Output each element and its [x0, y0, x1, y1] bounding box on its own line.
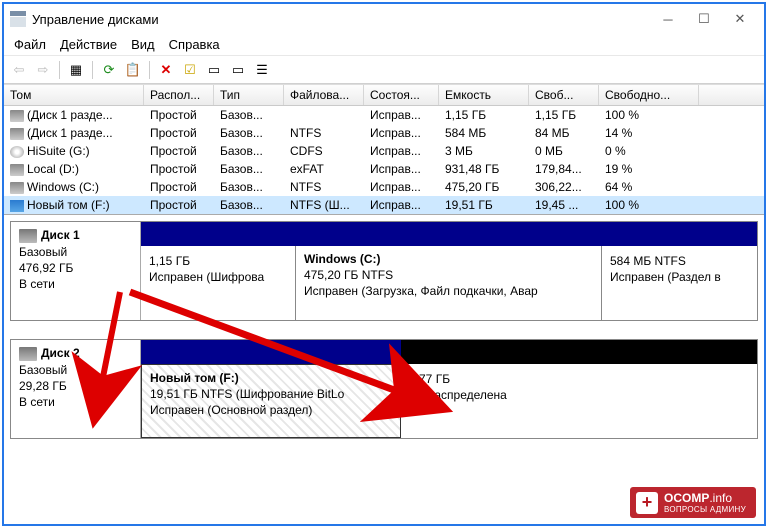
- disk2-info: Диск 2 Базовый 29,28 ГБ В сети: [11, 340, 141, 438]
- volume-list: Том Распол... Тип Файлова... Состоя... Е…: [4, 84, 764, 215]
- watermark: + OCOMP.info ВОПРОСЫ АДМИНУ: [630, 487, 756, 518]
- disk-management-window: Управление дисками ─ ☐ ✕ Файл Действие В…: [2, 2, 766, 526]
- menu-file[interactable]: Файл: [14, 37, 46, 52]
- volume-row[interactable]: Local (D:)ПростойБазов...exFATИсправ...9…: [4, 160, 764, 178]
- app-icon: [10, 11, 26, 27]
- disk1-header-bar: [141, 222, 757, 246]
- disk2-part-2[interactable]: 9,77 ГБ Не распределена: [401, 364, 757, 438]
- column-fs[interactable]: Файлова...: [284, 85, 364, 105]
- part-size: 19,51 ГБ NTFS (Шифрование BitLo: [150, 387, 392, 401]
- disk1-info: Диск 1 Базовый 476,92 ГБ В сети: [11, 222, 141, 320]
- disk2-type: Базовый: [19, 363, 132, 377]
- volume-row[interactable]: Новый том (F:)ПростойБазов...NTFS (Ш...И…: [4, 196, 764, 214]
- column-volume[interactable]: Том: [4, 85, 144, 105]
- column-capacity[interactable]: Емкость: [439, 85, 529, 105]
- part-status: Не распределена: [409, 388, 749, 402]
- volume-icon: [10, 110, 24, 122]
- disk2-size: 29,28 ГБ: [19, 379, 132, 393]
- maximize-button[interactable]: ☐: [686, 4, 722, 34]
- disk2-status: В сети: [19, 395, 132, 409]
- disk2-header-black: [401, 340, 757, 364]
- toolbar: ⇦ ⇨ ▦ ⟳ 📋 ✕ ☑ ▭ ▭ ☰: [4, 56, 764, 84]
- volume-icon: [10, 164, 24, 176]
- volume-row[interactable]: HiSuite (G:)ПростойБазов...CDFSИсправ...…: [4, 142, 764, 160]
- watermark-tld: .info: [709, 491, 732, 505]
- part-size: 584 МБ NTFS: [610, 254, 749, 268]
- list-button[interactable]: ☰: [251, 59, 273, 81]
- column-free[interactable]: Своб...: [529, 85, 599, 105]
- delete-button[interactable]: ✕: [155, 59, 177, 81]
- disk2-header-bar: [141, 340, 757, 364]
- column-layout[interactable]: Распол...: [144, 85, 214, 105]
- menu-view[interactable]: Вид: [131, 37, 155, 52]
- disk-pane: Диск 1 Базовый 476,92 ГБ В сети 1,15 ГБ …: [4, 215, 764, 524]
- watermark-sub: ВОПРОСЫ АДМИНУ: [664, 505, 746, 514]
- settings-button[interactable]: ☑: [179, 59, 201, 81]
- minimize-button[interactable]: ─: [650, 4, 686, 34]
- column-type[interactable]: Тип: [214, 85, 284, 105]
- disk2-parts: Новый том (F:) 19,51 ГБ NTFS (Шифрование…: [141, 340, 757, 438]
- disk-row-2[interactable]: Диск 2 Базовый 29,28 ГБ В сети Новый том…: [10, 339, 758, 439]
- separator: [59, 61, 60, 79]
- volume-icon: [10, 146, 24, 158]
- separator: [92, 61, 93, 79]
- disk1-part-2[interactable]: Windows (C:) 475,20 ГБ NTFS Исправен (За…: [296, 246, 602, 320]
- back-button[interactable]: ⇦: [8, 59, 30, 81]
- volume-row[interactable]: (Диск 1 разде...ПростойБазов...NTFSИспра…: [4, 124, 764, 142]
- disk1-status: В сети: [19, 277, 132, 291]
- disk1-part-3[interactable]: 584 МБ NTFS Исправен (Раздел в: [602, 246, 757, 320]
- menu-action[interactable]: Действие: [60, 37, 117, 52]
- column-freepct[interactable]: Свободно...: [599, 85, 699, 105]
- volume-list-header: Том Распол... Тип Файлова... Состоя... Е…: [4, 84, 764, 106]
- part-name: Новый том (F:): [150, 371, 392, 385]
- extra2-button[interactable]: ▭: [227, 59, 249, 81]
- volume-icon: [10, 182, 24, 194]
- part-name: Windows (C:): [304, 252, 593, 266]
- disk-row-1[interactable]: Диск 1 Базовый 476,92 ГБ В сети 1,15 ГБ …: [10, 221, 758, 321]
- column-status[interactable]: Состоя...: [364, 85, 439, 105]
- watermark-brand: OCOMP: [664, 491, 709, 505]
- part-status: Исправен (Шифрова: [149, 270, 287, 284]
- disk2-header-blue: [141, 340, 401, 364]
- menubar: Файл Действие Вид Справка: [4, 34, 764, 56]
- menu-help[interactable]: Справка: [169, 37, 220, 52]
- separator: [149, 61, 150, 79]
- part-size: 1,15 ГБ: [149, 254, 287, 268]
- volume-rows: (Диск 1 разде...ПростойБазов...Исправ...…: [4, 106, 764, 214]
- part-size: 9,77 ГБ: [409, 372, 749, 386]
- volume-icon: [10, 128, 24, 140]
- title-text: Управление дисками: [32, 12, 159, 27]
- disk1-type: Базовый: [19, 245, 132, 259]
- disk1-size: 476,92 ГБ: [19, 261, 132, 275]
- plus-icon: +: [636, 492, 658, 514]
- titlebar: Управление дисками ─ ☐ ✕: [4, 4, 764, 34]
- show-hide-button[interactable]: ▦: [65, 59, 87, 81]
- part-size: 475,20 ГБ NTFS: [304, 268, 593, 282]
- disk2-name: Диск 2: [41, 346, 80, 360]
- refresh-button[interactable]: ⟳: [98, 59, 120, 81]
- volume-row[interactable]: (Диск 1 разде...ПростойБазов...Исправ...…: [4, 106, 764, 124]
- volume-icon: [10, 200, 24, 212]
- forward-button[interactable]: ⇨: [32, 59, 54, 81]
- volume-row[interactable]: Windows (C:)ПростойБазов...NTFSИсправ...…: [4, 178, 764, 196]
- window-title: Управление дисками: [10, 11, 650, 27]
- part-status: Исправен (Загрузка, Файл подкачки, Авар: [304, 284, 593, 298]
- disk-icon: [19, 347, 37, 361]
- close-button[interactable]: ✕: [722, 4, 758, 34]
- disk2-part-1[interactable]: Новый том (F:) 19,51 ГБ NTFS (Шифрование…: [141, 364, 401, 438]
- disk-icon: [19, 229, 37, 243]
- disk1-name: Диск 1: [41, 228, 80, 242]
- disk1-parts: 1,15 ГБ Исправен (Шифрова Windows (C:) 4…: [141, 222, 757, 320]
- disk1-part-1[interactable]: 1,15 ГБ Исправен (Шифрова: [141, 246, 296, 320]
- extra1-button[interactable]: ▭: [203, 59, 225, 81]
- part-status: Исправен (Основной раздел): [150, 403, 392, 417]
- properties-button[interactable]: 📋: [122, 59, 144, 81]
- part-status: Исправен (Раздел в: [610, 270, 749, 284]
